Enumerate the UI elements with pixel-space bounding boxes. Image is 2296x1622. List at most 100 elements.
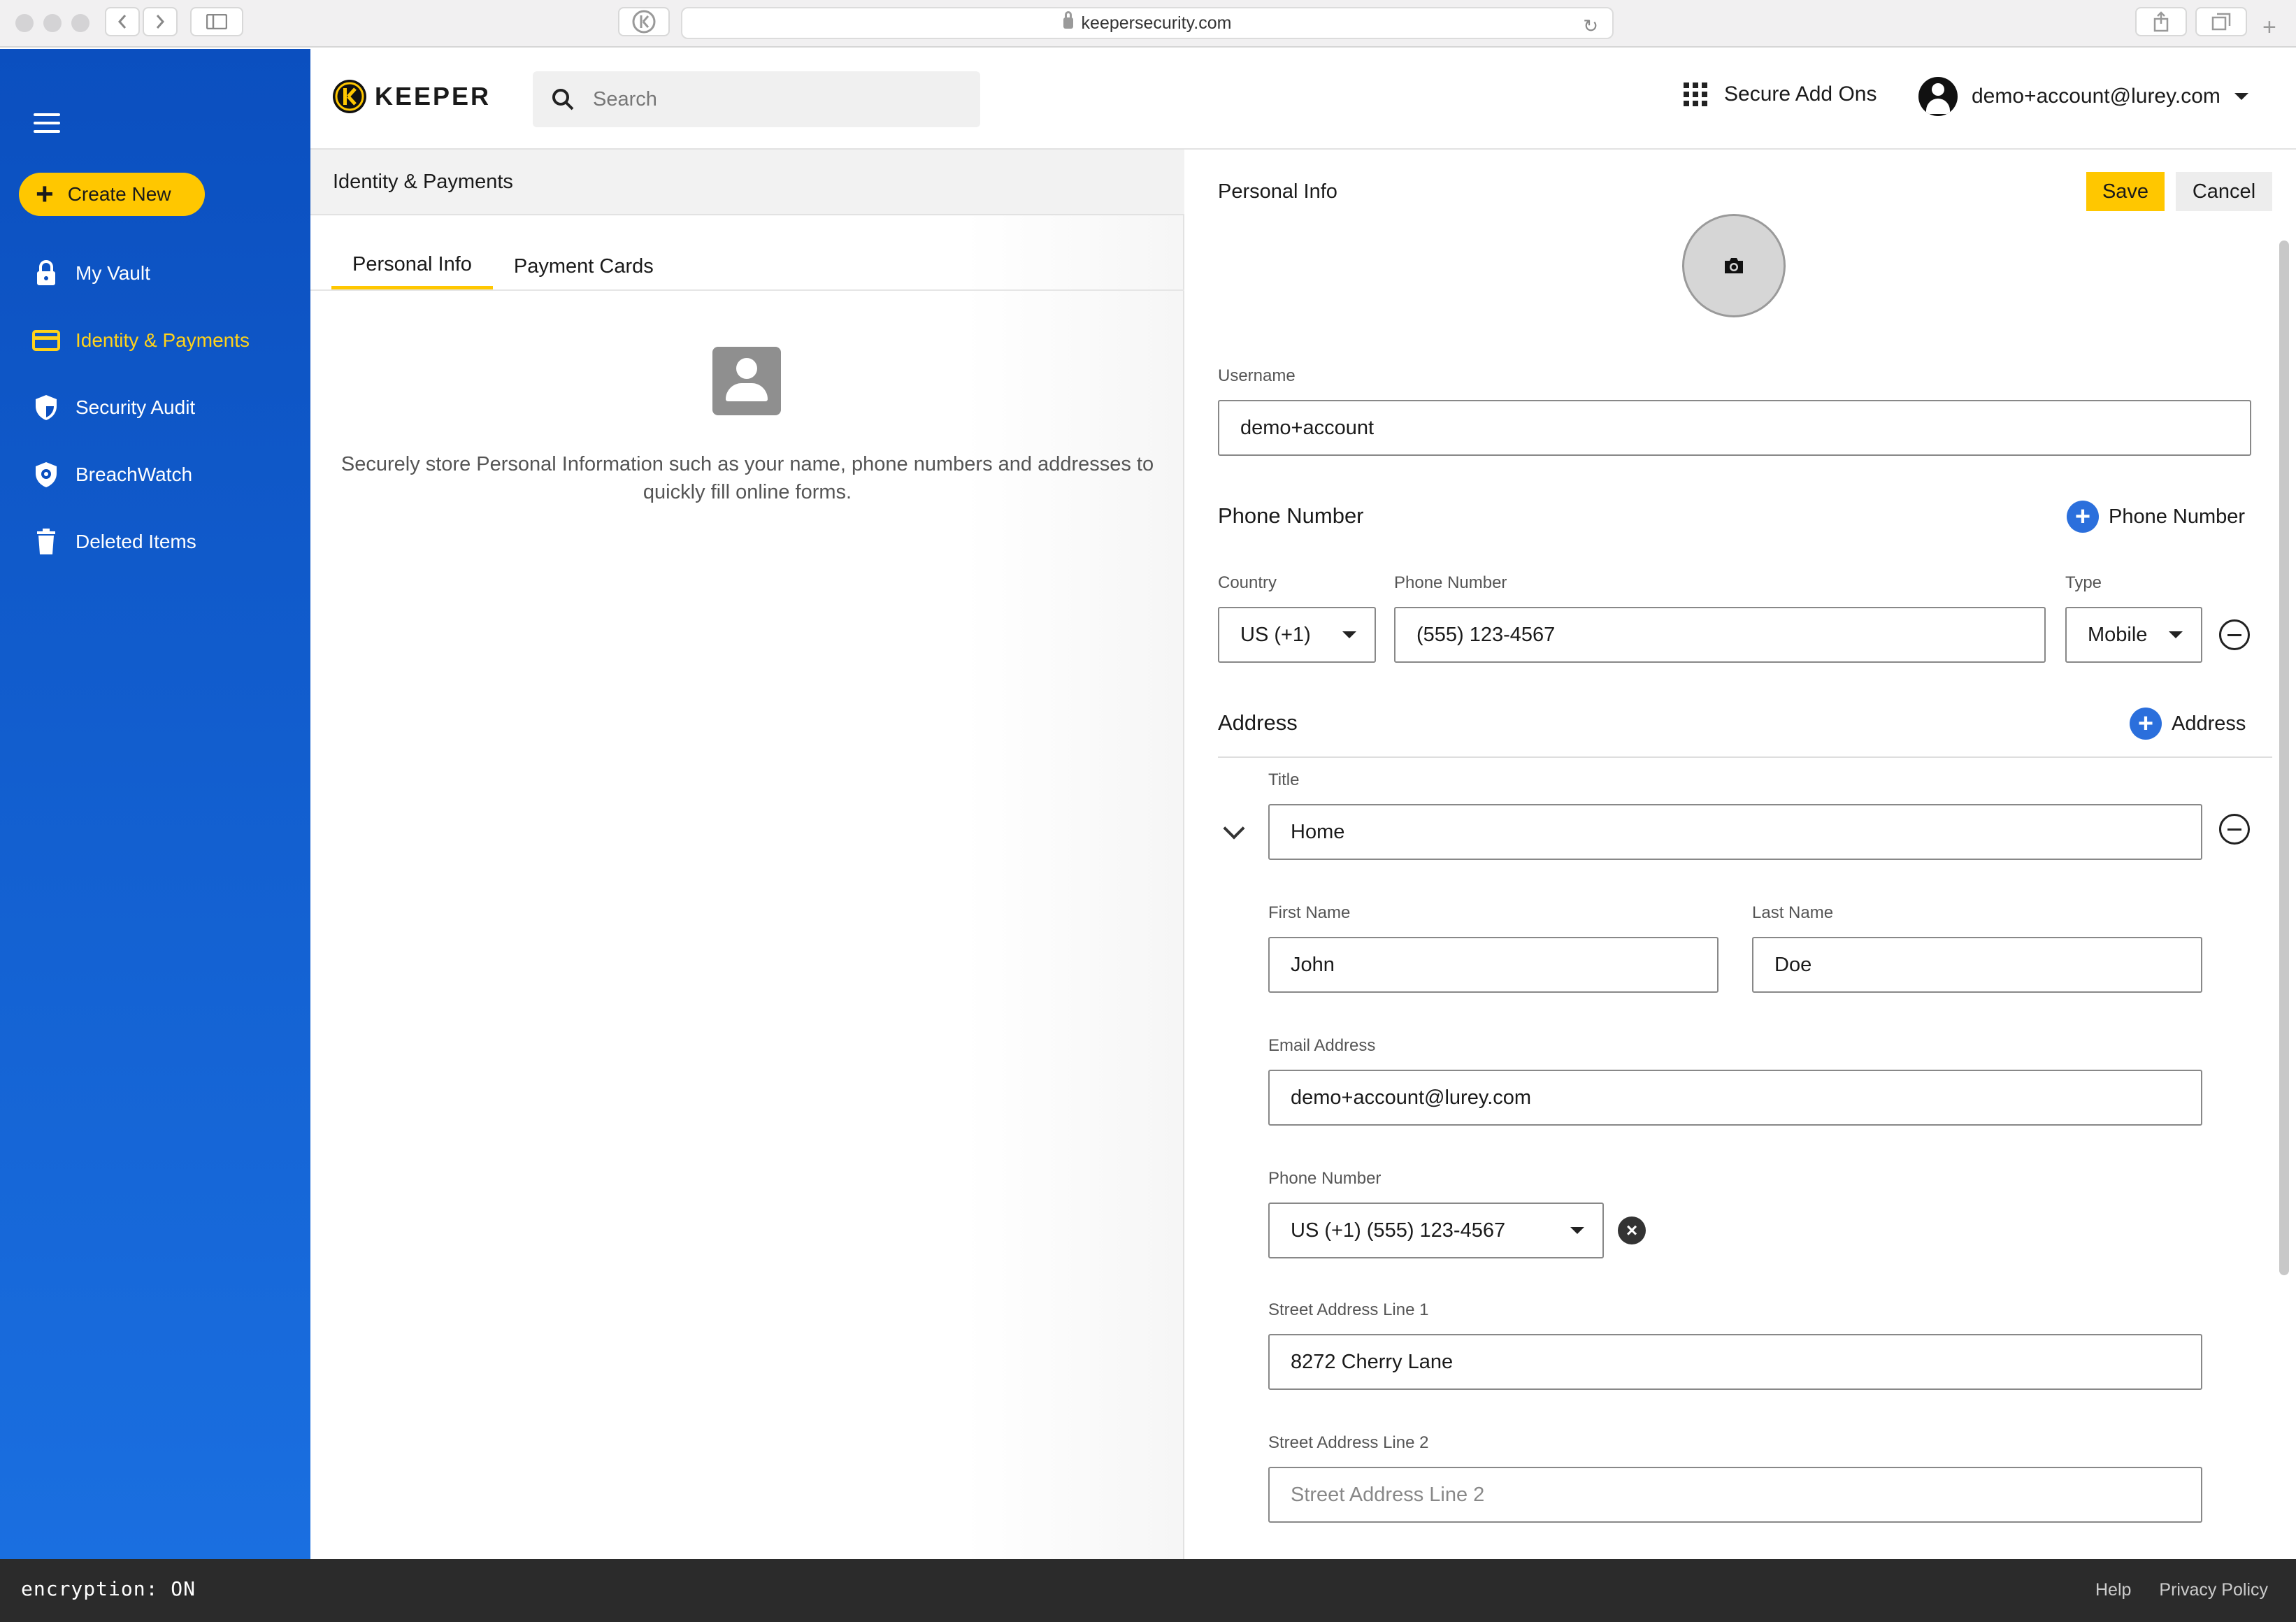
phone-number-field[interactable]: (555) 123-4567 xyxy=(1394,607,2046,663)
username-label: Username xyxy=(1218,366,1296,385)
photo-upload-button[interactable] xyxy=(1682,214,1786,317)
menu-icon[interactable] xyxy=(34,113,60,133)
secure-add-ons-button[interactable]: Secure Add Ons xyxy=(1684,82,1877,106)
detail-title: Personal Info xyxy=(1218,180,1337,203)
chevron-down-icon[interactable] xyxy=(1223,817,1245,840)
keeper-extension-button[interactable] xyxy=(618,7,670,36)
dropdown-arrow-icon xyxy=(1342,631,1356,638)
sidebar-item-label: My Vault xyxy=(76,262,150,284)
shield-icon xyxy=(32,394,60,422)
address-title-field[interactable]: Home xyxy=(1268,804,2202,860)
reload-icon[interactable]: ↻ xyxy=(1583,15,1598,37)
add-phone-number-button[interactable]: + Phone Number xyxy=(2067,501,2245,533)
email-label: Email Address xyxy=(1268,1036,1376,1055)
clear-phone-icon[interactable]: × xyxy=(1618,1216,1646,1244)
add-address-button[interactable]: + Address xyxy=(2130,708,2246,740)
contact-card-icon xyxy=(712,347,781,415)
address-phone-select[interactable]: US (+1) (555) 123-4567 xyxy=(1268,1203,1604,1258)
dropdown-arrow-icon xyxy=(2169,631,2183,638)
search-icon xyxy=(552,89,574,110)
chevron-down-icon xyxy=(2234,93,2248,100)
forward-button[interactable] xyxy=(143,7,178,36)
plus-circle-icon: + xyxy=(2067,501,2099,533)
cancel-button[interactable]: Cancel xyxy=(2176,172,2272,211)
phone-section-heading: Phone Number xyxy=(1218,503,1364,528)
add-phone-number-label: Phone Number xyxy=(2109,505,2246,528)
last-name-field[interactable]: Doe xyxy=(1752,937,2202,993)
address-title-label: Title xyxy=(1268,770,1300,789)
tab-payment-cards[interactable]: Payment Cards xyxy=(493,243,675,289)
back-button[interactable] xyxy=(105,7,140,36)
tabs-divider xyxy=(310,289,1184,291)
list-pane-title: Identity & Payments xyxy=(310,150,1184,215)
breachwatch-icon xyxy=(32,461,60,489)
section-divider xyxy=(1218,756,2272,758)
share-button[interactable] xyxy=(2135,7,2187,36)
country-label: Country xyxy=(1218,573,1277,592)
sidebar-item-my-vault[interactable]: My Vault xyxy=(32,256,150,291)
detail-pane: Personal Info Save Cancel Username demo+… xyxy=(1186,150,2296,1559)
street1-field[interactable]: 8272 Cherry Lane xyxy=(1268,1334,2202,1390)
keeper-extension-icon xyxy=(632,10,656,34)
plus-icon: + xyxy=(36,177,54,211)
street2-label: Street Address Line 2 xyxy=(1268,1433,1429,1452)
search-input[interactable] xyxy=(593,87,956,111)
plus-circle-icon: + xyxy=(2130,708,2162,740)
phone-number-label: Phone Number xyxy=(1394,573,1507,592)
address-section-heading: Address xyxy=(1218,710,1298,735)
new-tab-icon[interactable]: + xyxy=(2262,14,2276,41)
sidebar-item-deleted-items[interactable]: Deleted Items xyxy=(32,524,196,559)
lock-icon xyxy=(32,259,60,287)
street2-field[interactable] xyxy=(1268,1467,2202,1523)
encryption-status: encryption: ON xyxy=(21,1577,196,1600)
tabs-icon xyxy=(2211,13,2231,31)
email-field[interactable]: demo+account@lurey.com xyxy=(1268,1070,2202,1126)
chevron-right-icon xyxy=(156,15,165,29)
scrollbar[interactable] xyxy=(2279,241,2289,1275)
sidebar-item-identity-payments[interactable]: Identity & Payments xyxy=(32,323,250,358)
phone-type-select[interactable]: Mobile xyxy=(2065,607,2202,663)
tabs-overview-button[interactable] xyxy=(2195,7,2247,36)
street1-label: Street Address Line 1 xyxy=(1268,1300,1429,1319)
browser-toolbar: keepersecurity.com ↻ + xyxy=(0,0,2296,48)
sidebar-item-label: Security Audit xyxy=(76,396,196,418)
dropdown-arrow-icon xyxy=(1570,1227,1584,1234)
privacy-policy-link[interactable]: Privacy Policy xyxy=(2159,1580,2268,1600)
footer-links: Help Privacy Policy xyxy=(2067,1580,2268,1600)
remove-phone-icon[interactable] xyxy=(2219,619,2250,650)
logo-text: KEEPER xyxy=(375,82,492,110)
sidebar-item-breachwatch[interactable]: BreachWatch xyxy=(32,457,192,492)
zoom-window-button[interactable] xyxy=(71,14,89,32)
share-icon xyxy=(2153,11,2169,32)
country-value: US (+1) xyxy=(1240,623,1311,646)
phone-type-value: Mobile xyxy=(2088,623,2148,646)
search-box[interactable] xyxy=(533,71,980,127)
close-window-button[interactable] xyxy=(15,14,34,32)
tabs: Personal Info Payment Cards xyxy=(331,243,675,289)
address-phone-label: Phone Number xyxy=(1268,1169,1382,1188)
address-bar[interactable]: keepersecurity.com ↻ xyxy=(681,7,1614,39)
account-email: demo+account@lurey.com xyxy=(1972,85,2220,108)
sidebar-item-label: BreachWatch xyxy=(76,464,193,485)
sidebar-toggle-button[interactable] xyxy=(190,7,243,36)
username-field[interactable]: demo+account xyxy=(1218,400,2251,456)
minimize-window-button[interactable] xyxy=(43,14,62,32)
list-pane: Identity & Payments Personal Info Paymen… xyxy=(310,150,1184,1559)
remove-address-icon[interactable] xyxy=(2219,814,2250,845)
user-avatar-icon xyxy=(1918,77,1958,116)
create-new-button[interactable]: + Create New xyxy=(19,173,205,216)
tab-personal-info[interactable]: Personal Info xyxy=(331,243,493,289)
sidebar-item-security-audit[interactable]: Security Audit xyxy=(32,390,195,425)
country-select[interactable]: US (+1) xyxy=(1218,607,1376,663)
save-button[interactable]: Save xyxy=(2086,172,2165,211)
keeper-logo[interactable]: KEEPER xyxy=(331,78,491,115)
empty-state-message: Securely store Personal Information such… xyxy=(340,453,1154,503)
sidebar-icon xyxy=(206,14,227,29)
app-header: KEEPER Secure Add Ons demo+account@lurey… xyxy=(310,49,2296,150)
account-menu[interactable]: demo+account@lurey.com xyxy=(1918,77,2248,116)
first-name-field[interactable]: John xyxy=(1268,937,1719,993)
help-link[interactable]: Help xyxy=(2095,1580,2131,1600)
create-new-label: Create New xyxy=(67,183,171,205)
apps-grid-icon xyxy=(1684,82,1707,106)
secure-add-ons-label: Secure Add Ons xyxy=(1724,82,1877,106)
